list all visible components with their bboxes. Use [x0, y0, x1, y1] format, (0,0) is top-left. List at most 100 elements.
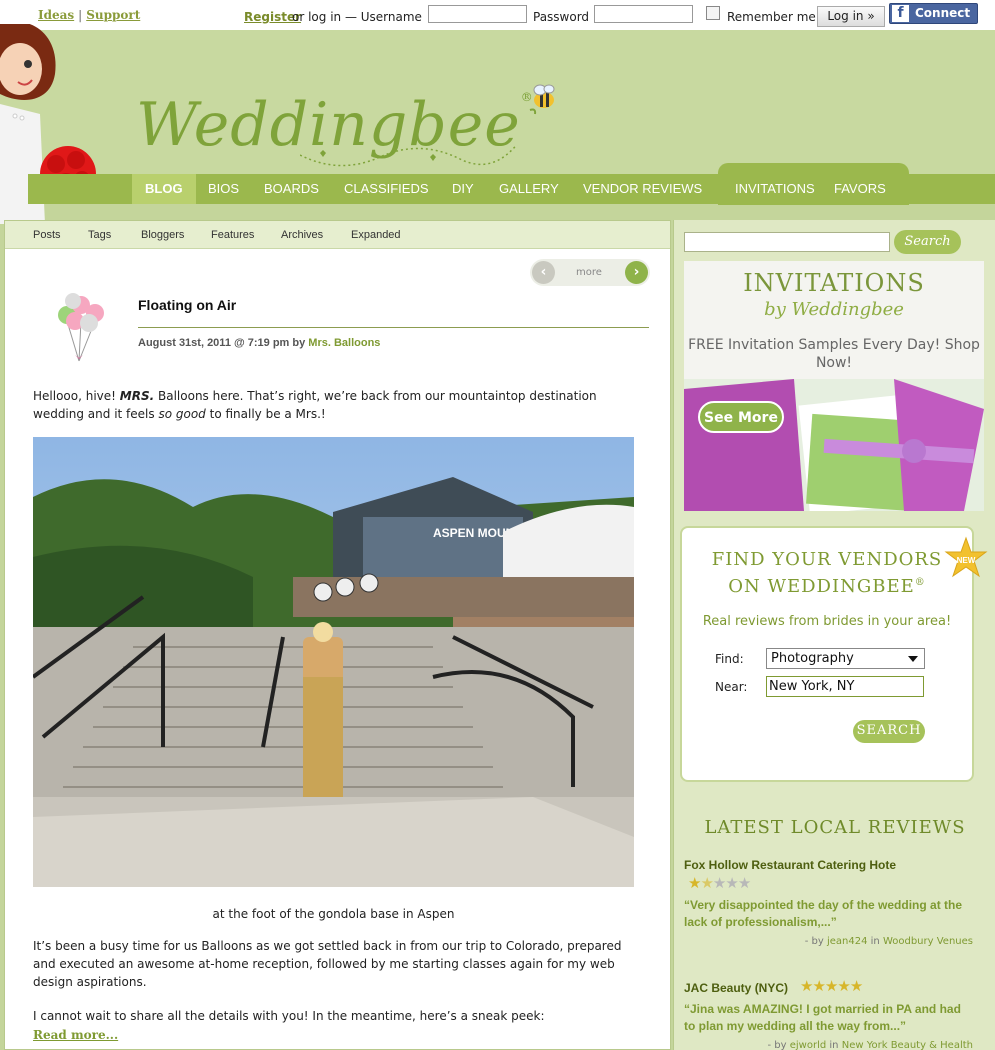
main-content: Posts Tags Bloggers Features Archives Ex…: [4, 220, 671, 1050]
intro-mrs: MRS.: [119, 389, 155, 403]
review-1-user-link[interactable]: jean424: [827, 936, 867, 947]
subnav-archives[interactable]: Archives: [281, 229, 323, 241]
subnav-tags[interactable]: Tags: [88, 229, 111, 241]
search-button[interactable]: Search: [894, 230, 961, 254]
empty-star-icon: ★: [737, 874, 751, 892]
intro-end: to finally be a Mrs.!: [209, 407, 326, 421]
nav-invitations[interactable]: INVITATIONS: [735, 174, 815, 204]
sidebar: Search INVITATIONS by Weddingbee FREE In…: [673, 220, 995, 1050]
invitations-ad[interactable]: INVITATIONS by Weddingbee FREE Invitatio…: [684, 261, 984, 511]
login-button[interactable]: Log in »: [817, 6, 885, 27]
post-intro-paragraph: Hellooo, hive! MRS. Balloons here. That’…: [33, 387, 643, 423]
vendor-category-select[interactable]: Photography: [766, 648, 925, 669]
review-1-in: in: [870, 936, 880, 947]
review-2-vendor-name[interactable]: JAC Beauty (NYC): [684, 981, 788, 995]
nav-blog[interactable]: BLOG: [132, 174, 196, 204]
facebook-connect-label: Connect: [915, 6, 971, 20]
site-header: Weddingbee® SHOP Weddingbee:: [0, 30, 995, 205]
nav-vendor-reviews[interactable]: VENDOR REVIEWS: [583, 174, 702, 204]
main-nav: BLOG BIOS BOARDS CLASSIFIEDS DIY GALLERY…: [28, 174, 995, 204]
remember-me-checkbox[interactable]: [706, 6, 720, 20]
invitation-cards-image: [684, 379, 984, 511]
search-input[interactable]: [684, 232, 890, 252]
star-icon: ★: [688, 874, 701, 892]
see-more-button[interactable]: See More: [698, 401, 784, 433]
find-vendors-title: FIND YOUR VENDORS ON WEDDINGBEE®: [682, 548, 972, 598]
top-links: Ideas | Support: [38, 8, 140, 22]
vendor-location-input[interactable]: New York, NY: [766, 676, 924, 697]
post-photo[interactable]: ASPEN MOUNTAIN: [33, 437, 634, 887]
star-icon: ★: [824, 977, 838, 995]
star-icon: ★: [800, 977, 813, 995]
post-paragraph-2: It’s been a busy time for us Balloons as…: [33, 939, 622, 989]
bee-icon: [529, 84, 555, 115]
review-2-quote[interactable]: “Jina was AMAZING! I got married in PA a…: [684, 1001, 974, 1035]
star-icon: ★: [812, 977, 825, 995]
next-post-button[interactable]: ›: [625, 261, 648, 284]
nav-gallery[interactable]: GALLERY: [499, 174, 559, 204]
empty-star-icon: ★: [712, 874, 726, 892]
invitations-ad-title: INVITATIONS: [743, 269, 925, 297]
post-meta: August 31st, 2011 @ 7:19 pm by Mrs. Ball…: [138, 337, 380, 349]
review-1-by: - by: [804, 936, 824, 947]
username-input[interactable]: [428, 5, 527, 23]
top-bar: Ideas | Support Register or log in — Usern…: [0, 0, 995, 30]
post-title-divider: [138, 327, 649, 328]
review-1-quote[interactable]: “Very disappointed the day of the weddin…: [684, 897, 974, 931]
find-vendors-registered-mark: ®: [914, 577, 926, 588]
vendor-search-button[interactable]: SEARCH: [853, 720, 925, 743]
previous-post-button[interactable]: ‹: [532, 261, 555, 284]
post-date: August 31st, 2011 @ 7:19 pm by: [138, 337, 306, 349]
subnav-expanded[interactable]: Expanded: [351, 229, 401, 241]
nav-bios[interactable]: BIOS: [208, 174, 239, 204]
review-2-category-link[interactable]: New York Beauty & Health: [842, 1040, 973, 1050]
review-2-user-link[interactable]: ejworld: [790, 1040, 826, 1050]
nav-favors[interactable]: FAVORS: [834, 174, 886, 204]
blog-subnav: Posts Tags Bloggers Features Archives Ex…: [5, 221, 670, 249]
invitations-ad-tagline: FREE Invitation Samples Every Day! Shop …: [688, 337, 980, 371]
review-1-vendor-name[interactable]: Fox Hollow Restaurant Catering Hote: [684, 858, 896, 872]
remember-me-label: Remember me: [727, 10, 816, 24]
review-2-in: in: [829, 1040, 839, 1050]
nav-boards[interactable]: BOARDS: [264, 174, 319, 204]
subnav-bloggers[interactable]: Bloggers: [141, 229, 184, 241]
new-badge-text: NEW: [957, 556, 976, 565]
new-badge-star-icon: NEW: [944, 536, 988, 578]
balloons-avatar: [58, 293, 104, 362]
intro-greeting: Hellooo, hive!: [33, 389, 116, 403]
review-1-byline: - by jean424 in Woodbury Venues: [805, 936, 973, 947]
post-pager: ‹ more ›: [530, 259, 650, 286]
facebook-icon: f: [892, 5, 909, 22]
review-1-rating-stars: ★★★★★: [688, 874, 751, 892]
photo-caption: at the foot of the gondola base in Aspen: [212, 907, 455, 921]
facebook-connect-button[interactable]: f Connect: [889, 3, 978, 24]
nav-classifieds[interactable]: CLASSIFIEDS: [344, 174, 429, 204]
username-label: or log in — Username: [292, 10, 422, 24]
find-vendors-title-line2: ON WEDDINGBEE: [728, 576, 915, 597]
ideas-link[interactable]: Ideas: [38, 8, 74, 22]
post-author-link[interactable]: Mrs. Balloons: [308, 337, 380, 349]
nav-diy[interactable]: DIY: [452, 174, 474, 204]
star-icon: ★: [837, 977, 850, 995]
password-input[interactable]: [594, 5, 693, 23]
read-more-link[interactable]: Read more...: [33, 1028, 118, 1042]
invitations-ad-byline: by Weddingbee: [764, 299, 904, 320]
find-vendors-subtitle: Real reviews from brides in your area!: [702, 614, 952, 629]
dropdown-arrow-icon: [908, 656, 918, 662]
subnav-posts[interactable]: Posts: [33, 229, 61, 241]
half-star-icon: ★: [700, 874, 713, 892]
review-2-byline: - by ejworld in New York Beauty & Health: [768, 1040, 974, 1050]
support-link[interactable]: Support: [86, 8, 140, 22]
star-icon: ★: [849, 977, 863, 995]
password-label: Password: [533, 10, 590, 24]
near-label: Near:: [715, 680, 748, 694]
top-links-separator: |: [78, 8, 83, 22]
review-1-category-link[interactable]: Woodbury Venues: [883, 936, 973, 947]
find-vendors-title-line1: FIND YOUR VENDORS: [711, 549, 943, 570]
post-paragraph-3: I cannot wait to share all the details w…: [33, 1009, 545, 1023]
subnav-features[interactable]: Features: [211, 229, 254, 241]
post-title[interactable]: Floating on Air: [138, 297, 236, 313]
vendor-category-value: Photography: [771, 651, 854, 666]
find-label: Find:: [715, 652, 744, 666]
heart-swirl-icon: [300, 145, 518, 167]
